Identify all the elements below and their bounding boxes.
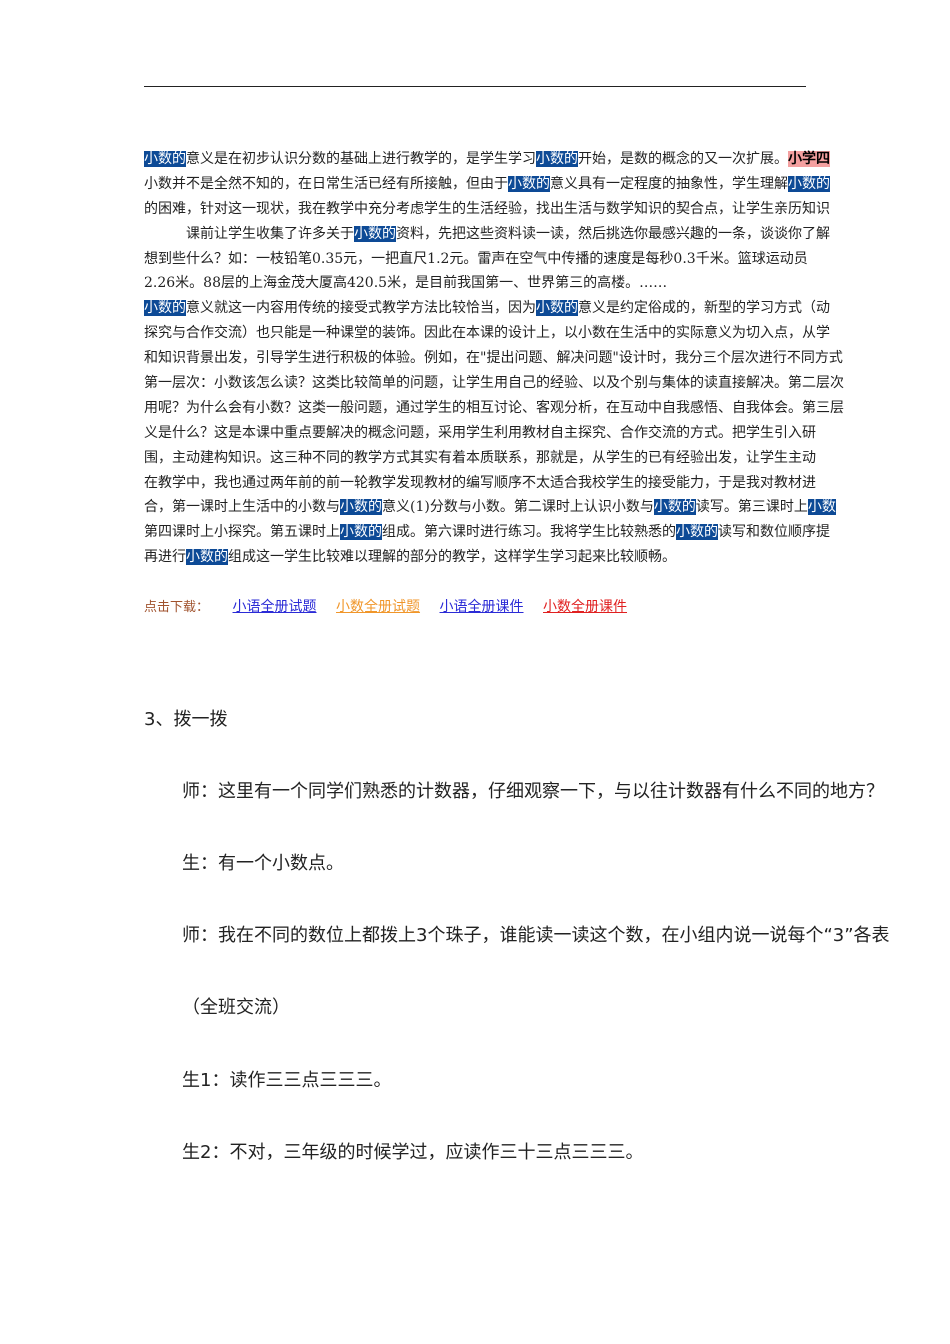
text-line: 用呢？为什么会有小数？这类一般问题，通过学生的相互讨论、客观分析，在互动中自我感… [144, 396, 950, 421]
highlighted-keyword: 小数的 [508, 175, 550, 192]
highlighted-keyword: 小数的 [186, 549, 228, 566]
text-segment: 在教学中，我也通过两年前的前一轮教学发现教材的编写顺序不太适合我校学生的接受能力… [144, 474, 816, 491]
text-segment: 的困难，针对这一现状，我在教学中充分考虑学生的生活经验，找出生活与数学知识的契合… [144, 200, 830, 217]
text-segment: 意义(1)分数与小数。第二课时上认识小数与 [382, 499, 654, 516]
highlighted-keyword: 小学四 [788, 151, 830, 167]
download-links: 点击下载： 小语全册试题 小数全册试题 小语全册课件 小数全册课件 [144, 596, 643, 616]
text-line: 的困难，针对这一现状，我在教学中充分考虑学生的生活经验，找出生活与数学知识的契合… [144, 197, 950, 222]
text-segment: 课前让学生收集了许多关于 [144, 225, 354, 242]
text-line: 围，主动建构知识。这三种不同的教学方式其实有着本质联系，那就是，从学生的已有经验… [144, 446, 950, 471]
download-label: 点击下载： [144, 599, 210, 614]
text-segment: 组成这一学生比较难以理解的部分的教学，这样学生学习起来比较顺畅。 [228, 549, 676, 566]
text-segment: 意义就这一内容用传统的接受式教学方法比较恰当，因为 [186, 300, 536, 317]
text-segment: 想到些什么？如：一枝铅笔0.35元，一把直尺1.2元。雷声在空气中传播的速度是每… [144, 250, 808, 267]
link-chinese-tests[interactable]: 小语全册试题 [233, 600, 317, 615]
text-line: 小数的意义是在初步认识分数的基础上进行教学的，是学生学习小数的开始，是数的概念的… [144, 147, 950, 172]
link-chinese-courseware[interactable]: 小语全册课件 [440, 600, 524, 615]
dialogue-line: 师：我在不同的数位上都拨上3个珠子，谁能读一读这个数，在小组内说一说每个“3”各… [182, 925, 890, 946]
dialogue-line: 师：这里有一个同学们熟悉的计数器，仔细观察一下，与以往计数器有什么不同的地方？ [182, 781, 884, 802]
text-segment: 意义是在初步认识分数的基础上进行教学的，是学生学习 [186, 151, 536, 167]
body-paragraph: 小数的意义是在初步认识分数的基础上进行教学的，是学生学习小数的开始，是数的概念的… [144, 147, 950, 570]
text-line: 小数的意义就这一内容用传统的接受式教学方法比较恰当，因为小数的意义是约定俗成的，… [144, 296, 950, 321]
section-heading: 3、拨一拨 [144, 709, 228, 730]
highlighted-keyword: 小数的 [676, 524, 718, 541]
text-segment: 组成。第六课时进行练习。我将学生比较熟悉的 [382, 524, 676, 541]
text-line: 合，第一课时上生活中的小数与小数的意义(1)分数与小数。第二课时上认识小数与小数… [144, 495, 950, 520]
highlighted-keyword: 小数的 [144, 300, 186, 317]
text-segment: 合，第一课时上生活中的小数与 [144, 499, 340, 516]
dialogue-line: （全班交流） [182, 997, 290, 1018]
text-segment: 第一层次：小数该怎么读？这类比较简单的问题，让学生用自己的经验、以及个别与集体的… [144, 375, 844, 392]
text-line: 和知识背景出发，引导学生进行积极的体验。例如，在"提出问题、解决问题"设计时，我… [144, 346, 950, 371]
highlighted-keyword: 小数的 [536, 151, 578, 167]
text-segment: 用呢？为什么会有小数？这类一般问题，通过学生的相互讨论、客观分析，在互动中自我感… [144, 399, 844, 416]
text-line: 义是什么？这是本课中重点要解决的概念问题，采用学生利用教材自主探究、合作交流的方… [144, 421, 950, 446]
dialogue-line: 生2：不对，三年级的时候学过，应读作三十三点三三三。 [182, 1142, 644, 1163]
link-math-courseware[interactable]: 小数全册课件 [543, 600, 627, 615]
text-line: 想到些什么？如：一枝铅笔0.35元，一把直尺1.2元。雷声在空气中传播的速度是每… [144, 247, 950, 272]
text-line: 2.26米。88层的上海金茂大厦高420.5米，是目前我国第一、世界第三的高楼。… [144, 271, 950, 296]
text-segment: 资料，先把这些资料读一读，然后挑选你最感兴趣的一条，谈谈你了解 [396, 225, 830, 242]
highlighted-keyword: 小数的 [536, 300, 578, 317]
highlighted-keyword: 小数 [807, 499, 836, 516]
text-line: 探究与合作交流）也只能是一种课堂的装饰。因此在本课的设计上，以小数在生活中的实际… [144, 321, 950, 346]
text-segment: 读写和数位顺序提 [718, 524, 830, 541]
text-line: 在教学中，我也通过两年前的前一轮教学发现教材的编写顺序不太适合我校学生的接受能力… [144, 471, 950, 496]
text-segment: 围，主动建构知识。这三种不同的教学方式其实有着本质联系，那就是，从学生的已有经验… [144, 449, 816, 466]
text-segment: 探究与合作交流）也只能是一种课堂的装饰。因此在本课的设计上，以小数在生活中的实际… [144, 325, 830, 342]
text-segment: 义是什么？这是本课中重点要解决的概念问题，采用学生利用教材自主探究、合作交流的方… [144, 424, 816, 441]
text-segment: 读写。第三课时上 [695, 499, 808, 516]
text-segment: 小数并不是全然不知的，在日常生活已经有所接触，但由于 [144, 175, 508, 192]
highlighted-keyword: 小数的 [788, 175, 830, 192]
link-math-tests[interactable]: 小数全册试题 [336, 600, 420, 615]
text-segment: 意义是约定俗成的，新型的学习方式（动 [578, 300, 830, 317]
text-line: 课前让学生收集了许多关于小数的资料，先把这些资料读一读，然后挑选你最感兴趣的一条… [144, 222, 950, 247]
header-rule [144, 86, 806, 87]
text-line: 小数并不是全然不知的，在日常生活已经有所接触，但由于小数的意义具有一定程度的抽象… [144, 172, 950, 197]
text-segment: 意义具有一定程度的抽象性，学生理解 [550, 175, 788, 192]
dialogue-line: 生：有一个小数点。 [182, 853, 344, 874]
highlighted-keyword: 小数的 [653, 499, 696, 516]
dialogue-line: 生1：读作三三点三三三。 [182, 1070, 392, 1091]
highlighted-keyword: 小数的 [354, 225, 396, 242]
text-segment: 和知识背景出发，引导学生进行积极的体验。例如，在"提出问题、解决问题"设计时，我… [144, 350, 843, 367]
text-line: 第四课时上小探究。第五课时上小数的组成。第六课时进行练习。我将学生比较熟悉的小数… [144, 520, 950, 545]
text-line: 第一层次：小数该怎么读？这类比较简单的问题，让学生用自己的经验、以及个别与集体的… [144, 371, 950, 396]
highlighted-keyword: 小数的 [340, 499, 382, 516]
highlighted-keyword: 小数的 [144, 151, 186, 167]
highlighted-keyword: 小数的 [340, 524, 382, 541]
text-segment: 开始，是数的概念的又一次扩展。 [578, 151, 788, 167]
text-segment: 再进行 [144, 549, 186, 566]
text-line: 再进行小数的组成这一学生比较难以理解的部分的教学，这样学生学习起来比较顺畅。 [144, 545, 950, 570]
text-segment: 第四课时上小探究。第五课时上 [144, 524, 340, 541]
text-segment: 2.26米。88层的上海金茂大厦高420.5米，是目前我国第一、世界第三的高楼。… [144, 275, 668, 292]
